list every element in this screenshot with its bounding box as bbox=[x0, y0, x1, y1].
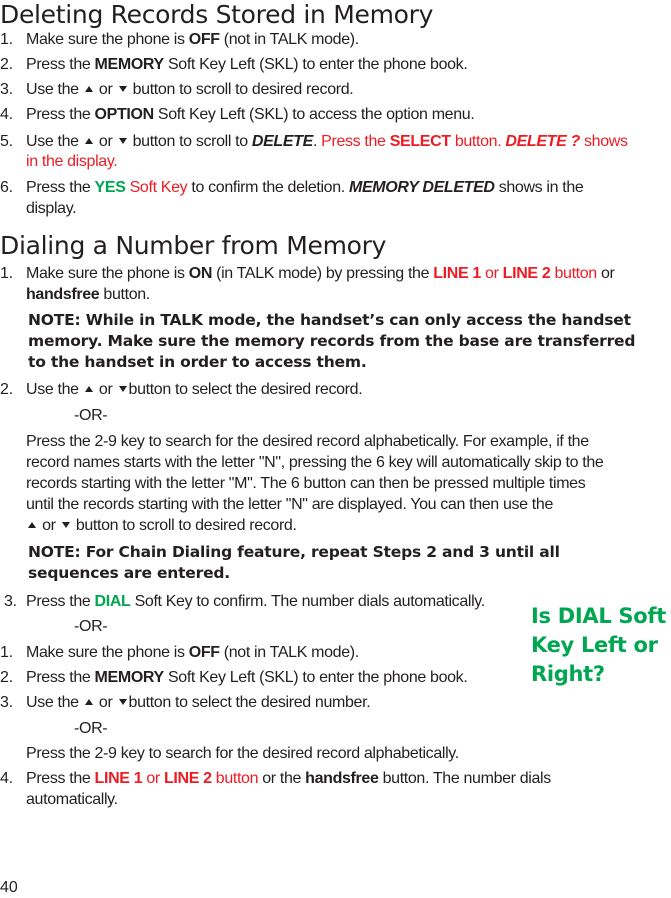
section-title-dialing: Dialing a Number from Memory bbox=[0, 231, 387, 260]
up-arrow-icon bbox=[84, 137, 93, 144]
up-arrow-icon bbox=[84, 385, 93, 392]
manual-page: Deleting Records Stored in Memory 1. Mak… bbox=[0, 0, 671, 898]
section-title-deleting: Deleting Records Stored in Memory bbox=[0, 0, 434, 29]
up-arrow-icon bbox=[84, 85, 93, 92]
or-label: -OR- bbox=[74, 407, 108, 424]
page-number: 40 bbox=[0, 879, 18, 896]
down-arrow-icon bbox=[118, 137, 127, 144]
down-arrow-icon bbox=[118, 698, 127, 705]
or-label: -OR- bbox=[74, 618, 108, 635]
down-arrow-icon bbox=[61, 521, 70, 528]
down-arrow-icon bbox=[118, 85, 127, 92]
down-arrow-icon bbox=[118, 385, 127, 392]
or-label: -OR- bbox=[74, 720, 108, 737]
up-arrow-icon bbox=[84, 698, 93, 705]
review-comment: Is DIAL Soft Key Left or Right? bbox=[531, 604, 666, 686]
up-arrow-icon bbox=[28, 521, 36, 528]
